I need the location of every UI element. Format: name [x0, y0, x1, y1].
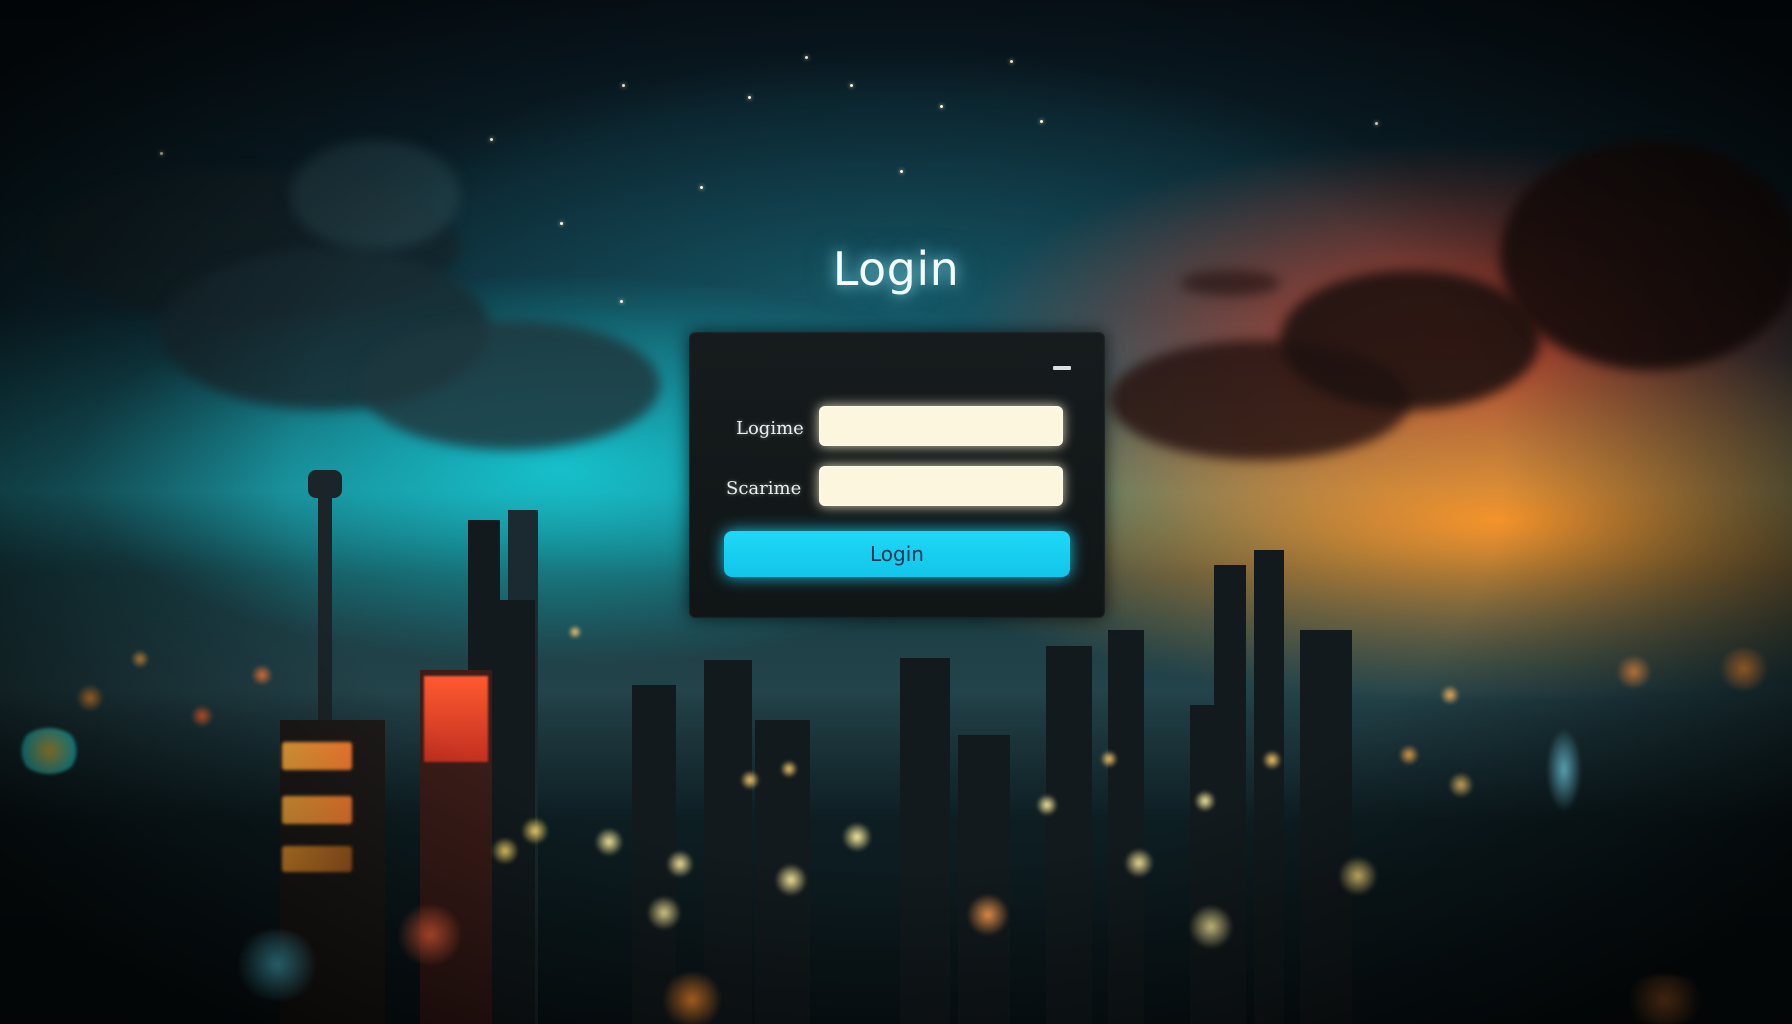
star: [1375, 122, 1378, 125]
skyscraper: [1254, 550, 1284, 1024]
login-screen: Login Logime Scarime Login: [0, 0, 1792, 1024]
password-label: Scarime: [726, 478, 802, 499]
city-light: [780, 760, 798, 778]
city-light: [1440, 685, 1460, 705]
skyscraper: [958, 735, 1010, 1024]
star: [940, 105, 943, 108]
city-light: [75, 685, 105, 711]
city-light: [190, 705, 214, 727]
city-light: [660, 972, 724, 1024]
city-light: [395, 905, 465, 965]
city-light: [490, 838, 520, 864]
city-light: [1716, 648, 1772, 690]
skyscraper: [900, 658, 950, 1024]
star: [748, 96, 751, 99]
star: [850, 84, 853, 87]
lit-window: [282, 796, 352, 824]
city-light: [594, 828, 624, 856]
skyscraper: [495, 600, 535, 1024]
username-input[interactable]: [819, 406, 1063, 446]
city-light: [1262, 750, 1282, 770]
city-light: [1546, 728, 1582, 812]
city-light: [1620, 975, 1710, 1024]
skyscraper: [1108, 630, 1144, 1024]
lit-window: [282, 846, 352, 872]
star: [622, 84, 625, 87]
city-light: [1338, 856, 1378, 896]
city-light: [842, 822, 872, 852]
city-light: [130, 650, 150, 668]
page-title: Login: [832, 242, 960, 296]
star: [560, 222, 563, 225]
star: [1010, 60, 1013, 63]
star: [490, 138, 493, 141]
skyscraper: [1046, 646, 1092, 1024]
lit-window: [282, 742, 352, 770]
cloud: [360, 320, 660, 450]
star: [700, 186, 703, 189]
city-light: [520, 818, 550, 844]
city-light: [1100, 750, 1118, 768]
city-light: [666, 850, 694, 878]
star: [805, 56, 808, 59]
city-light: [232, 930, 322, 1000]
minimize-dash-icon[interactable]: [1053, 366, 1071, 370]
skyscraper: [1214, 565, 1246, 1024]
username-label: Logime: [736, 418, 804, 439]
star: [160, 152, 163, 155]
city-light: [1194, 790, 1216, 812]
city-light: [646, 896, 682, 930]
city-light: [1614, 656, 1654, 688]
city-light: [568, 625, 582, 639]
star: [620, 300, 623, 303]
city-light: [18, 728, 80, 774]
star: [1040, 120, 1043, 123]
star: [900, 170, 903, 173]
city-light: [774, 864, 808, 896]
city-light: [1188, 905, 1234, 949]
city-light: [1398, 745, 1420, 765]
city-light: [740, 770, 760, 790]
city-light: [966, 894, 1010, 936]
tower-top: [308, 470, 342, 498]
login-panel: Logime Scarime Login: [689, 332, 1105, 618]
city-light: [1036, 794, 1058, 816]
skyscraper: [1300, 630, 1352, 1024]
password-input[interactable]: [819, 466, 1063, 506]
city-light: [250, 665, 274, 685]
login-button[interactable]: Login: [724, 531, 1070, 577]
city-light: [1448, 772, 1474, 798]
cloud: [290, 140, 460, 250]
skyscraper: [704, 660, 752, 1024]
city-light: [1124, 848, 1154, 878]
lit-window: [424, 676, 488, 762]
